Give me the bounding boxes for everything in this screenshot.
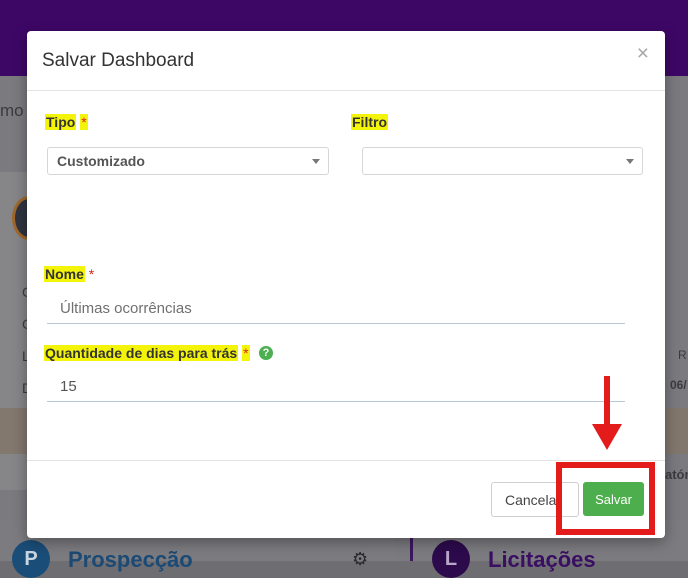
- tipo-label: Tipo *: [45, 114, 88, 130]
- bg-prospeccao-avatar: P: [12, 540, 50, 578]
- annotation-arrow-icon: [592, 424, 622, 450]
- tipo-label-text: Tipo: [45, 114, 77, 130]
- required-mark: *: [80, 114, 88, 130]
- modal-header: Salvar Dashboard ×: [27, 31, 665, 91]
- bg-band-text: atór: [665, 467, 688, 482]
- bg-date: 06/: [670, 378, 687, 392]
- bg-partial-text: mo: [0, 101, 24, 120]
- gear-icon: ⚙: [352, 549, 369, 569]
- annotation-arrow-shaft: [604, 376, 610, 428]
- modal-title: Salvar Dashboard: [42, 50, 195, 71]
- filtro-label: Filtro: [351, 114, 388, 130]
- bg-licitacoes-avatar: L: [432, 540, 470, 578]
- tipo-selected-value: Customizado: [57, 153, 145, 169]
- bg-prospeccao-title: Prospecção: [68, 547, 193, 572]
- required-mark: *: [242, 345, 250, 361]
- close-icon[interactable]: ×: [637, 43, 649, 65]
- filtro-select[interactable]: [362, 147, 643, 175]
- required-mark: *: [88, 266, 95, 282]
- filtro-label-text: Filtro: [351, 114, 388, 130]
- chevron-down-icon: [312, 159, 320, 164]
- nome-label: Nome *: [44, 266, 94, 282]
- nome-label-text: Nome: [44, 266, 85, 282]
- quantidade-input[interactable]: [47, 372, 625, 402]
- tipo-select[interactable]: Customizado: [47, 147, 329, 175]
- bg-licitacoes-title: Licitações: [488, 547, 596, 572]
- bg-col-header: R: [678, 348, 687, 362]
- annotation-highlight-box: [556, 462, 655, 535]
- quantidade-label: Quantidade de dias para trás *: [44, 345, 250, 361]
- chevron-down-icon: [626, 159, 634, 164]
- quantidade-label-text: Quantidade de dias para trás: [44, 345, 239, 361]
- help-icon[interactable]: ?: [259, 346, 273, 360]
- nome-input[interactable]: [47, 294, 625, 324]
